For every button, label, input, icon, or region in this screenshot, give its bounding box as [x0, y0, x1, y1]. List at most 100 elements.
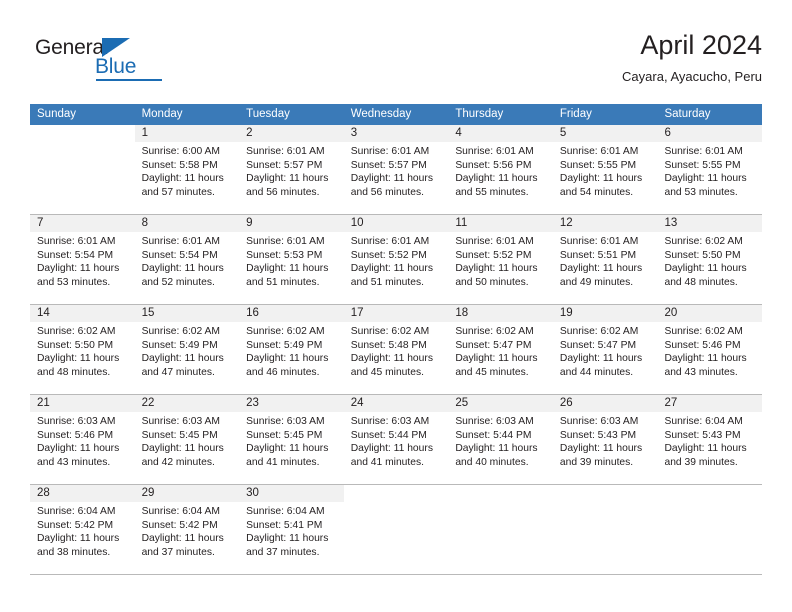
day-details: Sunrise: 6:02 AM Sunset: 5:47 PM Daylight:…: [448, 322, 553, 379]
daylight-text-line2: and 41 minutes.: [350, 456, 425, 468]
calendar-day-cell[interactable]: 25 Sunrise: 6:03 AM Sunset: 5:44 PM Dayligh…: [448, 395, 553, 484]
daylight-text-line2: and 53 minutes.: [664, 186, 738, 198]
daylight-text-line2: and 52 minutes.: [141, 276, 215, 288]
day-number: 13: [657, 215, 763, 232]
day-details: Sunrise: 6:02 AM Sunset: 5:47 PM Daylight:…: [553, 322, 658, 379]
calendar-day-cell[interactable]: 5 Sunrise: 6:01 AM Sunset: 5:55 PM Daylight…: [552, 125, 658, 214]
calendar-day-cell[interactable]: 22 Sunrise: 6:03 AM Sunset: 5:45 PM Dayligh…: [134, 395, 240, 484]
general-blue-logo[interactable]: General Blue: [35, 36, 162, 82]
day-number: 23: [239, 395, 344, 412]
daylight-text-line2: and 56 minutes.: [246, 186, 320, 198]
calendar-day-cell[interactable]: 7 Sunrise: 6:01 AM Sunset: 5:54 PM Daylight…: [30, 215, 135, 304]
sunset-text: Sunset: 5:50 PM: [664, 249, 741, 261]
daylight-text-line2: and 56 minutes.: [350, 186, 425, 198]
calendar-day-cell[interactable]: 2 Sunrise: 6:01 AM Sunset: 5:57 PM Daylight…: [239, 125, 344, 214]
day-details: Sunrise: 6:01 AM Sunset: 5:56 PM Daylight:…: [448, 142, 553, 199]
day-number: 14: [30, 305, 135, 322]
day-number: 9: [239, 215, 344, 232]
calendar-day-cell[interactable]: 9 Sunrise: 6:01 AM Sunset: 5:53 PM Daylight…: [239, 215, 344, 304]
calendar-day-cell[interactable]: 28 Sunrise: 6:04 AM Sunset: 5:42 PM Dayligh…: [30, 485, 135, 574]
calendar-day-cell[interactable]: 17 Sunrise: 6:02 AM Sunset: 5:48 PM Dayligh…: [343, 305, 449, 394]
sunrise-text: Sunrise: 6:02 AM: [664, 236, 743, 247]
daylight-text-line2: and 45 minutes.: [350, 366, 425, 378]
calendar-day-cell[interactable]: 11 Sunrise: 6:01 AM Sunset: 5:52 PM Dayligh…: [448, 215, 553, 304]
sunrise-text: Sunrise: 6:00 AM: [141, 146, 220, 157]
calendar-week-row: 7 Sunrise: 6:01 AM Sunset: 5:54 PM Daylight…: [30, 215, 763, 305]
calendar-day-cell[interactable]: 1 Sunrise: 6:00 AM Sunset: 5:58 PM Daylight…: [134, 125, 240, 214]
sunset-text: Sunset: 5:42 PM: [37, 519, 114, 531]
sunrise-text: Sunrise: 6:01 AM: [246, 146, 325, 157]
calendar-day-cell[interactable]: 4 Sunrise: 6:01 AM Sunset: 5:56 PM Daylight…: [448, 125, 553, 214]
calendar-day-cell-empty: [30, 125, 135, 214]
sunset-text: Sunset: 5:57 PM: [246, 159, 323, 171]
calendar-day-cell[interactable]: 3 Sunrise: 6:01 AM Sunset: 5:57 PM Daylight…: [343, 125, 449, 214]
calendar-day-cell[interactable]: 27 Sunrise: 6:04 AM Sunset: 5:43 PM Dayligh…: [657, 395, 763, 484]
calendar-day-cell[interactable]: 18 Sunrise: 6:02 AM Sunset: 5:47 PM Dayligh…: [448, 305, 553, 394]
day-details: Sunrise: 6:01 AM Sunset: 5:55 PM Daylight:…: [657, 142, 762, 199]
day-number: 25: [448, 395, 553, 412]
sunset-text: Sunset: 5:54 PM: [141, 249, 218, 261]
daylight-text-line1: Daylight: 11 hours: [37, 353, 120, 365]
title-block: April 2024 Cayara, Ayacucho, Peru: [622, 28, 762, 87]
calendar-day-cell[interactable]: 19 Sunrise: 6:02 AM Sunset: 5:47 PM Dayligh…: [552, 305, 658, 394]
calendar-day-cell[interactable]: 16 Sunrise: 6:02 AM Sunset: 5:49 PM Dayligh…: [239, 305, 344, 394]
calendar-day-cell[interactable]: 15 Sunrise: 6:02 AM Sunset: 5:49 PM Dayligh…: [134, 305, 240, 394]
sunrise-text: Sunrise: 6:02 AM: [350, 326, 430, 337]
day-details: Sunrise: 6:04 AM Sunset: 5:41 PM Daylight:…: [239, 502, 344, 559]
calendar-day-cell[interactable]: 12 Sunrise: 6:01 AM Sunset: 5:51 PM Dayligh…: [552, 215, 658, 304]
day-number: 22: [134, 395, 240, 412]
sunset-text: Sunset: 5:56 PM: [455, 159, 532, 171]
daylight-text-line1: Daylight: 11 hours: [559, 353, 643, 365]
day-number: 20: [657, 305, 763, 322]
sunset-text: Sunset: 5:47 PM: [455, 339, 532, 351]
sunrise-text: Sunrise: 6:03 AM: [37, 416, 116, 427]
calendar-day-cell[interactable]: 13 Sunrise: 6:02 AM Sunset: 5:50 PM Dayligh…: [657, 215, 763, 304]
calendar-day-cell[interactable]: 14 Sunrise: 6:02 AM Sunset: 5:50 PM Dayligh…: [30, 305, 135, 394]
daylight-text-line2: and 39 minutes.: [559, 456, 634, 468]
calendar-day-cell[interactable]: 29 Sunrise: 6:04 AM Sunset: 5:42 PM Dayligh…: [134, 485, 240, 574]
sunrise-text: Sunrise: 6:04 AM: [664, 416, 743, 427]
daylight-text-line2: and 46 minutes.: [246, 366, 320, 378]
day-details: Sunrise: 6:01 AM Sunset: 5:57 PM Daylight:…: [239, 142, 344, 199]
daylight-text-line1: Daylight: 11 hours: [141, 173, 224, 185]
calendar-day-cell[interactable]: 10 Sunrise: 6:01 AM Sunset: 5:52 PM Dayligh…: [343, 215, 449, 304]
calendar-day-cell[interactable]: 30 Sunrise: 6:04 AM Sunset: 5:41 PM Dayligh…: [239, 485, 344, 574]
daylight-text-line2: and 38 minutes.: [37, 546, 111, 558]
calendar-day-cell[interactable]: 24 Sunrise: 6:03 AM Sunset: 5:44 PM Dayligh…: [343, 395, 449, 484]
weekday-header-wednesday: Wednesday: [350, 108, 412, 120]
daylight-text-line1: Daylight: 11 hours: [455, 173, 538, 185]
daylight-text-line1: Daylight: 11 hours: [455, 263, 538, 275]
sunset-text: Sunset: 5:43 PM: [559, 429, 637, 441]
daylight-text-line1: Daylight: 11 hours: [246, 353, 329, 365]
day-details: Sunrise: 6:00 AM Sunset: 5:58 PM Daylight:…: [135, 142, 240, 199]
calendar-day-cell[interactable]: 8 Sunrise: 6:01 AM Sunset: 5:54 PM Daylight…: [134, 215, 240, 304]
daylight-text-line1: Daylight: 11 hours: [141, 443, 224, 455]
sunrise-text: Sunrise: 6:03 AM: [246, 416, 325, 427]
daylight-text-line1: Daylight: 11 hours: [350, 443, 433, 455]
daylight-text-line1: Daylight: 11 hours: [246, 443, 329, 455]
calendar-day-cell[interactable]: 20 Sunrise: 6:02 AM Sunset: 5:46 PM Dayligh…: [657, 305, 763, 394]
daylight-text-line1: Daylight: 11 hours: [664, 263, 747, 275]
sunrise-text: Sunrise: 6:02 AM: [246, 326, 325, 337]
sunrise-text: Sunrise: 6:01 AM: [141, 236, 220, 247]
calendar-day-cell[interactable]: 21 Sunrise: 6:03 AM Sunset: 5:46 PM Dayligh…: [30, 395, 135, 484]
daylight-text-line1: Daylight: 11 hours: [141, 263, 224, 275]
calendar-day-cell[interactable]: 6 Sunrise: 6:01 AM Sunset: 5:55 PM Daylight…: [657, 125, 763, 214]
daylight-text-line2: and 43 minutes.: [664, 366, 738, 378]
day-number: 8: [134, 215, 240, 232]
day-details: [30, 142, 135, 145]
daylight-text-line2: and 53 minutes.: [37, 276, 111, 288]
day-details: Sunrise: 6:03 AM Sunset: 5:44 PM Daylight:…: [448, 412, 553, 469]
day-number: 3: [343, 125, 449, 142]
day-details: Sunrise: 6:03 AM Sunset: 5:46 PM Daylight:…: [30, 412, 135, 469]
sunrise-text: Sunrise: 6:03 AM: [350, 416, 430, 427]
day-number: 17: [343, 305, 449, 322]
daylight-text-line1: Daylight: 11 hours: [37, 443, 120, 455]
day-details: Sunrise: 6:01 AM Sunset: 5:55 PM Daylight:…: [553, 142, 658, 199]
calendar-day-cell[interactable]: 26 Sunrise: 6:03 AM Sunset: 5:43 PM Dayligh…: [552, 395, 658, 484]
calendar-day-cell[interactable]: 23 Sunrise: 6:03 AM Sunset: 5:45 PM Dayligh…: [239, 395, 344, 484]
daylight-text-line1: Daylight: 11 hours: [559, 263, 643, 275]
day-number: 2: [239, 125, 344, 142]
daylight-text-line1: Daylight: 11 hours: [664, 443, 747, 455]
day-details: Sunrise: 6:01 AM Sunset: 5:51 PM Daylight:…: [553, 232, 658, 289]
